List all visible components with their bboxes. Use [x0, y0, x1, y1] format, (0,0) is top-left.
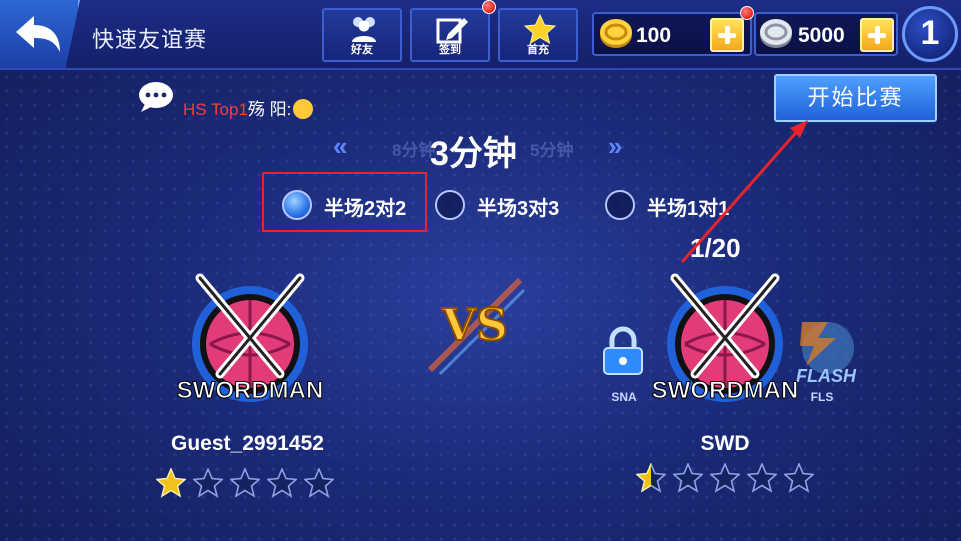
mode-label: 半场2对2	[324, 198, 407, 220]
star-empty-icon	[747, 463, 777, 493]
laughing-emoji-icon	[293, 99, 314, 119]
home-team-name: Guest_2991452	[171, 432, 324, 455]
radio-unselected[interactable]	[605, 190, 635, 220]
star-empty-icon	[230, 468, 260, 498]
star-empty-icon	[710, 463, 740, 493]
opponent-counter: 1/20	[690, 233, 741, 263]
star-empty-icon	[784, 463, 814, 493]
time-prev-option: 8分钟	[392, 141, 436, 160]
time-current: 3分钟	[430, 135, 517, 173]
home-logo-text: SWORDMAN	[177, 377, 324, 404]
notification-dot	[740, 6, 754, 20]
star-filled-icon	[156, 468, 186, 498]
back-button[interactable]	[0, 0, 80, 68]
star-half-icon	[636, 463, 666, 493]
silver-coin-icon	[760, 19, 792, 48]
radio-unselected[interactable]	[435, 190, 465, 220]
chat-bubble-icon[interactable]	[137, 80, 177, 114]
add-silver-button[interactable]	[860, 18, 894, 52]
add-gold-button[interactable]	[710, 18, 744, 52]
radio-selected[interactable]	[282, 190, 312, 220]
sign-in-icon	[436, 18, 468, 44]
notification-dot	[482, 0, 496, 14]
away-team-name: SWD	[700, 432, 750, 455]
time-next-option: 5分钟	[530, 141, 574, 160]
away-team-rating	[636, 463, 826, 493]
home-team-rating	[156, 468, 346, 498]
star-empty-icon	[304, 468, 334, 498]
star-icon	[523, 14, 557, 44]
friends-icon	[352, 17, 376, 42]
star-empty-icon	[267, 468, 297, 498]
away-team-logo[interactable]: SWORDMAN	[645, 262, 805, 412]
page-title: 快速友谊赛	[92, 27, 208, 52]
sign-in-button[interactable]: 签到	[410, 8, 490, 62]
first-charge-label: 首充	[527, 44, 549, 56]
vs-emblem: VS	[427, 277, 526, 376]
star-empty-icon	[673, 463, 703, 493]
friends-label: 好友	[351, 44, 373, 56]
mode-label: 半场1对1	[647, 198, 730, 220]
flash-logo-text: FLASH	[796, 366, 857, 386]
time-prev-arrow-icon[interactable]: «	[333, 131, 347, 162]
back-arrow-icon	[16, 16, 60, 52]
chat-message: HS Top1殇 阳:	[183, 95, 314, 120]
silver-amount: 5000	[798, 24, 845, 47]
chat-username: HS Top1	[183, 100, 248, 119]
silver-currency: 5000	[754, 12, 898, 56]
level-badge[interactable]: 1	[902, 6, 958, 62]
mode-label: 半场3对3	[477, 198, 560, 220]
time-next-arrow-icon[interactable]: »	[608, 131, 622, 162]
gold-currency: 100	[592, 12, 752, 56]
first-charge-button[interactable]: 首充	[498, 8, 578, 62]
chat-text: 殇 阳:	[247, 100, 292, 119]
star-empty-icon	[193, 468, 223, 498]
home-team-logo: SWORDMAN	[176, 273, 324, 405]
gold-amount: 100	[636, 24, 672, 47]
top-bar: 快速友谊赛 好友 签到 首充 100 5000 1	[0, 0, 961, 70]
vs-text: VS	[441, 300, 508, 351]
sign-in-label: 签到	[439, 44, 461, 56]
away-logo-text: SWORDMAN	[652, 377, 799, 404]
start-match-button[interactable]: 开始比赛	[774, 74, 937, 122]
gold-coin-icon	[600, 19, 632, 48]
friends-button[interactable]: 好友	[322, 8, 402, 62]
